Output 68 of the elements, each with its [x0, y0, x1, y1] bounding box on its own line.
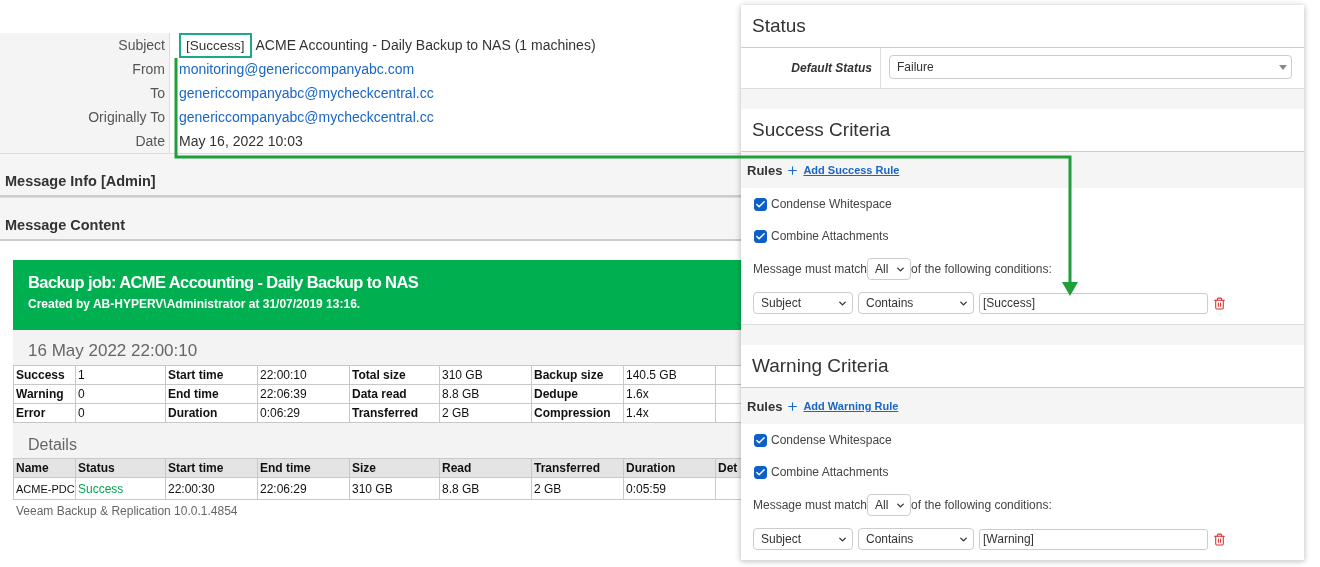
details-heading: Details [28, 436, 77, 454]
column-header: End time [257, 458, 350, 478]
checkbox-label: Combine Attachments [771, 229, 889, 243]
field-select[interactable]: Subject [753, 528, 853, 550]
table-cell: ACME-PDC [13, 477, 76, 500]
field-label: Subject [118, 37, 165, 53]
delete-icon[interactable] [1213, 296, 1226, 310]
column-header: Name [13, 458, 76, 478]
report-date: 16 May 2022 22:00:10 [28, 341, 198, 361]
column-header: Read [439, 458, 532, 478]
add-icon [786, 399, 800, 413]
column-header: Duration [623, 458, 716, 478]
checkbox-label: Condense Whitespace [771, 197, 892, 211]
email-link[interactable]: monitoring@genericcompanyabc.com [179, 61, 415, 77]
checkbox[interactable] [754, 433, 767, 447]
match-label: Message must match [753, 498, 868, 512]
checkbox[interactable] [754, 465, 767, 479]
status-select[interactable]: Failure [889, 55, 1292, 79]
checkbox[interactable] [754, 229, 767, 243]
section-header[interactable]: Message Content [0, 197, 741, 241]
table-cell: Backup size [531, 365, 624, 385]
field-label: To [150, 85, 165, 101]
column-header: Det [715, 458, 742, 478]
add-rule-link[interactable]: Add Success Rule [803, 164, 900, 176]
checkbox-label: Combine Attachments [771, 465, 889, 479]
condition-value-field[interactable]: [Success] [979, 292, 1208, 314]
column-header: Size [349, 458, 440, 478]
section-header[interactable]: Message Info [Admin] [0, 153, 741, 197]
match-select[interactable]: All [867, 494, 912, 516]
delete-icon[interactable] [1213, 532, 1226, 546]
table-cell: 310 GB [439, 365, 532, 385]
table-cell: Start time [165, 365, 258, 385]
match-label: Message must match [753, 262, 868, 276]
dropdown-triangle-icon [1279, 64, 1287, 70]
operator-select[interactable]: Contains [858, 292, 974, 314]
section-title: Status [741, 5, 1304, 48]
report-subtitle: Created by AB-HYPERV\Administrator at 31/07/2019 13:16. [28, 297, 362, 311]
table-cell: 1 [75, 365, 166, 385]
email-link[interactable]: genericcompanyabc@mycheckcentral.cc [179, 85, 434, 101]
column-header: Transferred [531, 458, 624, 478]
field-value: ACME Accounting - Daily Backup to NAS (1 machines) [255, 37, 596, 53]
rules-label: Rules [747, 162, 783, 178]
rules-label: Rules [747, 398, 783, 414]
checkbox[interactable] [754, 197, 767, 211]
report-footer: Veeam Backup & Replication 10.0.1.4854 [13, 500, 741, 522]
match-suffix: of the following conditions: [911, 262, 1052, 276]
field-label: From [132, 61, 165, 77]
checkbox-label: Condense Whitespace [771, 433, 892, 447]
match-suffix: of the following conditions: [911, 498, 1052, 512]
table-cell: Success [13, 365, 76, 385]
report-title: Backup job: ACME Accounting - Daily Backup to NAS [28, 273, 420, 292]
table-cell: 22:00:10 [257, 365, 350, 385]
column-header: Status [75, 458, 166, 478]
field-select[interactable]: Subject [753, 292, 853, 314]
default-status-label: Default Status [741, 48, 881, 88]
table-cell: Total size [349, 365, 440, 385]
field-label: Date [135, 133, 165, 149]
column-header: Start time [165, 458, 258, 478]
email-link[interactable]: genericcompanyabc@mycheckcentral.cc [179, 109, 434, 125]
match-select[interactable]: All [867, 258, 912, 280]
add-icon [786, 163, 800, 177]
field-value: May 16, 2022 10:03 [179, 133, 303, 149]
table-cell: 140.5 GB [623, 365, 716, 385]
add-rule-link[interactable]: Add Warning Rule [803, 400, 899, 412]
highlighted-tag: [Success] [179, 32, 252, 58]
field-label: Originally To [88, 109, 165, 125]
condition-value-field[interactable]: [Warning] [979, 528, 1208, 550]
operator-select[interactable]: Contains [858, 528, 974, 550]
